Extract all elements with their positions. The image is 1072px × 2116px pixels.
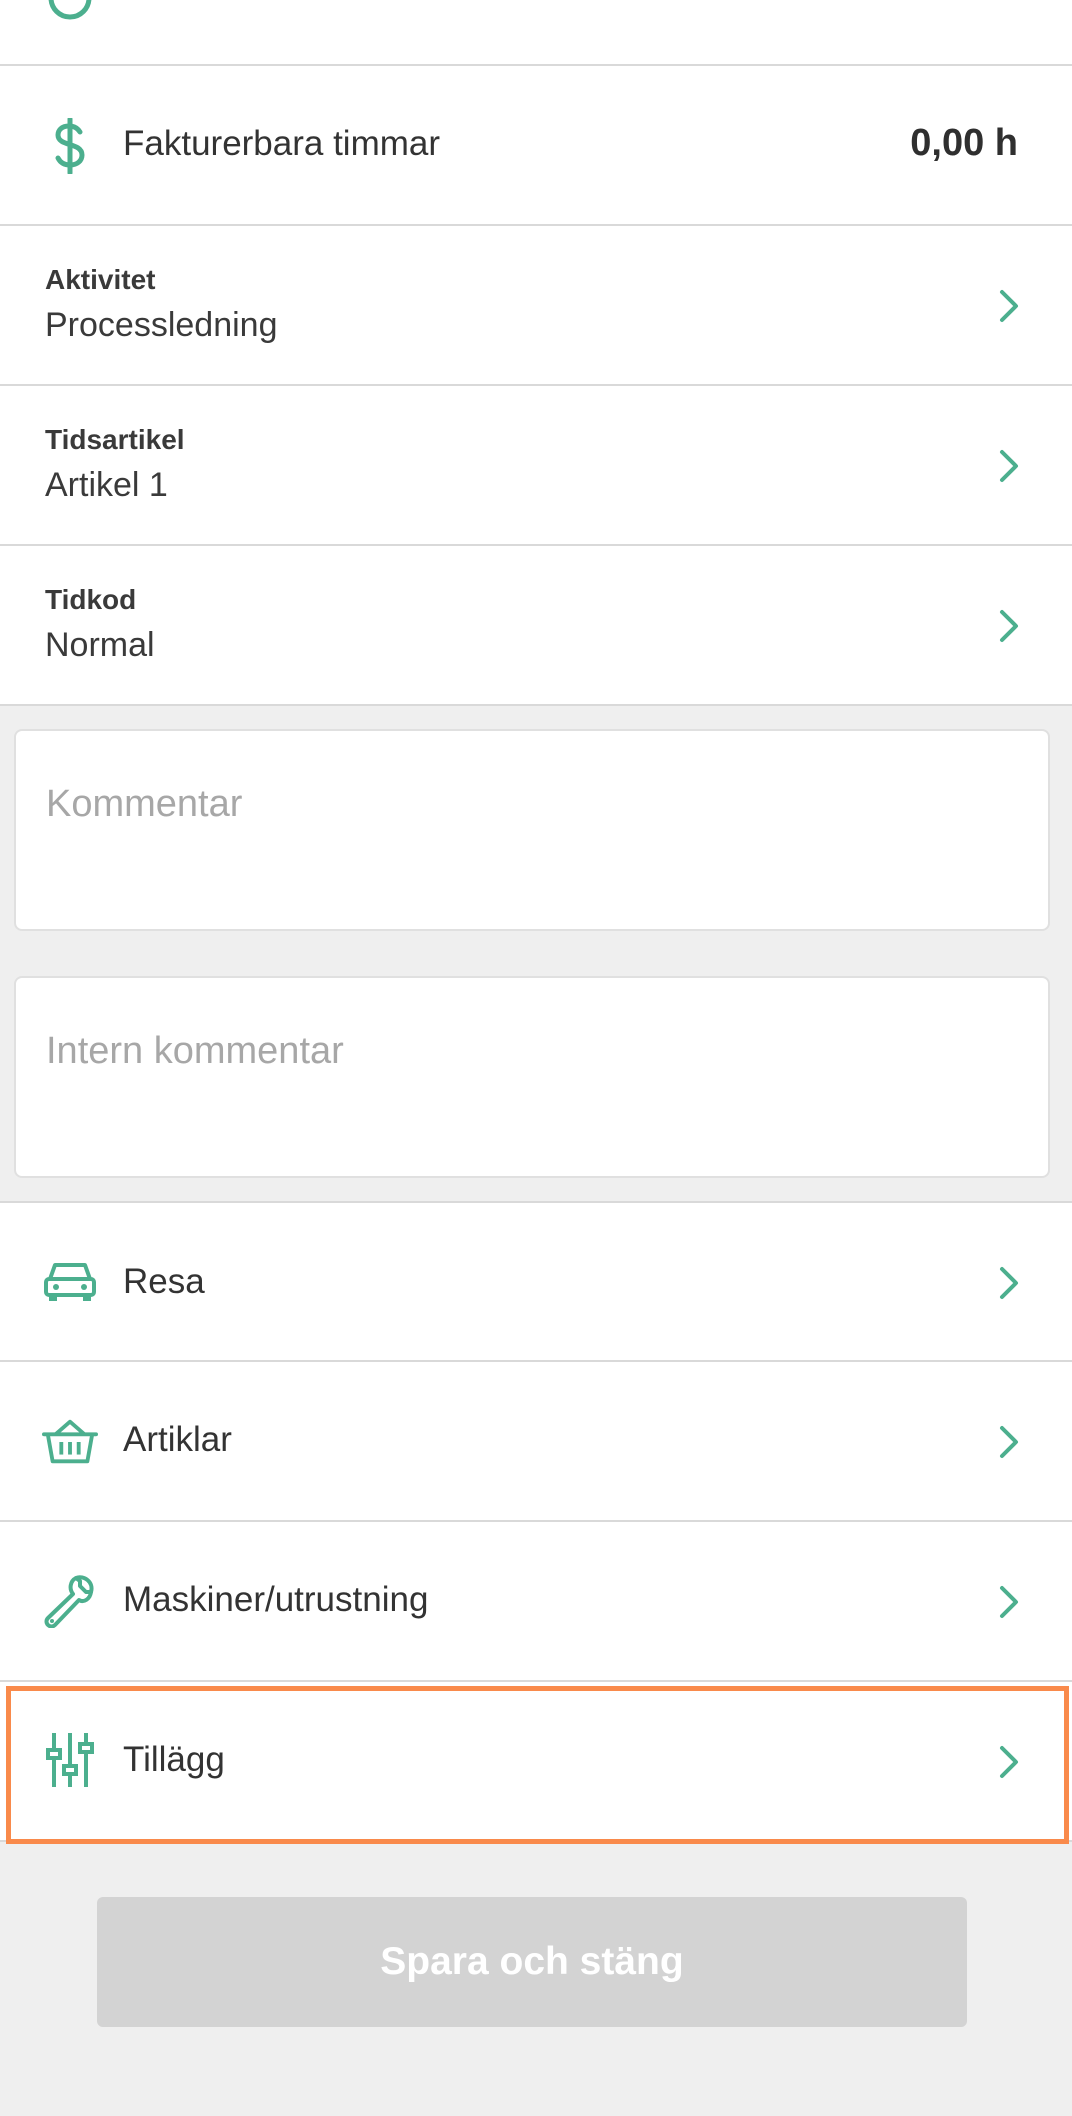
machines-row[interactable]: Maskiner/utrustning <box>0 1522 1072 1682</box>
chevron-right-icon <box>1000 1267 1018 1299</box>
time-article-value: Artikel 1 <box>45 466 168 504</box>
clock-icon <box>42 0 98 26</box>
internal-comment-field[interactable]: Intern kommentar <box>14 976 1050 1178</box>
activity-row[interactable]: Aktivitet Processledning <box>0 226 1072 386</box>
chevron-right-icon <box>1000 1746 1018 1778</box>
articles-row[interactable]: Artiklar <box>0 1362 1072 1522</box>
save-and-close-button[interactable]: Spara och stäng <box>97 1897 967 2027</box>
billable-hours-value: 0,00 h <box>910 122 1018 164</box>
travel-label: Resa <box>123 1262 205 1301</box>
activity-label: Aktivitet <box>45 264 156 295</box>
billable-hours-label: Fakturerbara timmar <box>123 124 441 163</box>
car-icon <box>42 1253 98 1309</box>
comment-placeholder: Kommentar <box>46 783 243 825</box>
comment-field[interactable]: Kommentar <box>14 729 1050 931</box>
sliders-icon <box>42 1732 98 1788</box>
chevron-right-icon <box>1000 290 1018 322</box>
chevron-right-icon <box>1000 610 1018 642</box>
additions-label: Tillägg <box>123 1740 225 1779</box>
machines-label: Maskiner/utrustning <box>123 1580 429 1619</box>
chevron-right-icon <box>1000 1586 1018 1618</box>
basket-icon <box>42 1414 98 1470</box>
time-article-label: Tidsartikel <box>45 424 185 455</box>
dollar-icon <box>42 118 98 174</box>
top-row-partial <box>0 0 1072 66</box>
time-code-value: Normal <box>45 626 155 664</box>
time-article-row[interactable]: Tidsartikel Artikel 1 <box>0 386 1072 546</box>
time-code-label: Tidkod <box>45 584 137 615</box>
travel-row[interactable]: Resa <box>0 1201 1072 1362</box>
activity-value: Processledning <box>45 306 278 344</box>
chevron-right-icon <box>1000 450 1018 482</box>
wrench-icon <box>42 1572 98 1628</box>
additions-row[interactable]: Tillägg <box>0 1682 1072 1842</box>
articles-label: Artiklar <box>123 1420 232 1459</box>
time-code-row[interactable]: Tidkod Normal <box>0 546 1072 706</box>
billable-hours-row: Fakturerbara timmar 0,00 h <box>0 66 1072 226</box>
internal-comment-placeholder: Intern kommentar <box>46 1030 344 1072</box>
chevron-right-icon <box>1000 1426 1018 1458</box>
